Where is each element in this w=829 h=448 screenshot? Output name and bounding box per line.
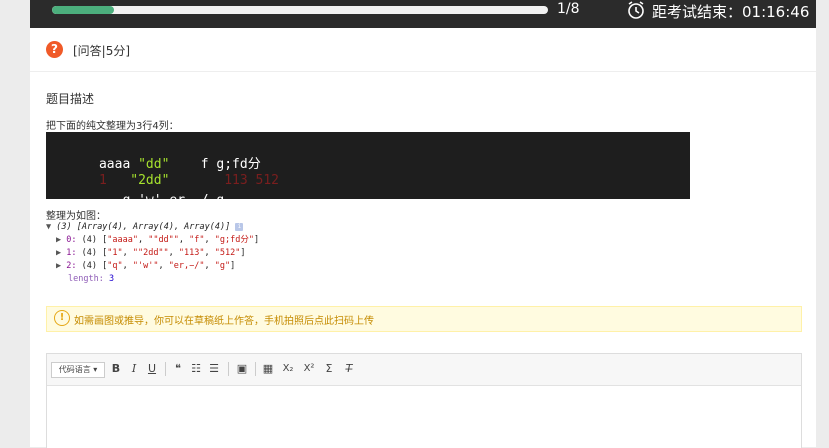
upload-tip-banner: ! 如需画图或推导，你可以在草稿纸上作答，手机拍照后点此扫码上传 <box>46 306 802 332</box>
progress-fill <box>52 6 114 14</box>
answer-input-area[interactable] <box>47 386 801 448</box>
superscript-button[interactable]: X² <box>300 361 318 377</box>
progress-text: 1/8 <box>557 1 580 17</box>
countdown-timer: 距考试结束：01:16:46 <box>652 3 810 21</box>
result-label: 整理为如图： <box>46 211 106 222</box>
console-summary-row: ▼ (3) [Array(4), Array(4), Array(4)] i <box>46 221 259 234</box>
row-value: "g;fd分" <box>214 235 254 245</box>
console-array-row[interactable]: ▶ 2: (4) ["q", "'w'", "er,−/", "g"] <box>46 260 259 273</box>
row-value: ""2dd"" <box>132 248 169 258</box>
toolbar-divider <box>165 362 166 376</box>
editor-toolbar: 代码语言 ▾ B I U ❝ ☷ ☰ ▣ ▦ X₂ X² Σ T̶ <box>47 354 801 386</box>
row-length: (4) <box>81 248 97 258</box>
exam-top-bar: 1/8 距考试结束：01:16:46 <box>30 0 816 28</box>
formula-button[interactable]: Σ <box>321 361 337 377</box>
italic-button[interactable]: I <box>126 361 142 377</box>
expand-triangle-icon[interactable]: ▼ <box>46 222 56 232</box>
quote-button[interactable]: ❝ <box>170 361 186 377</box>
toolbar-divider <box>228 362 229 376</box>
clear-format-button[interactable]: T̶ <box>341 361 357 377</box>
subscript-button[interactable]: X₂ <box>279 361 297 377</box>
row-index: 1: <box>66 248 77 258</box>
toolbar-divider <box>255 362 256 376</box>
insert-table-button[interactable]: ▦ <box>260 361 276 377</box>
insert-image-button[interactable]: ▣ <box>234 361 250 377</box>
tip-text: 如需画图或推导，你可以在草稿纸上作答，手机拍照后点此扫码上传 <box>74 312 374 327</box>
row-value: ""dd"" <box>148 235 179 245</box>
ordered-list-button[interactable]: ☷ <box>188 361 204 377</box>
question-header: ? [问答|5分] <box>30 28 816 72</box>
length-value: 3 <box>108 274 115 284</box>
code-token: q 'w' er,−/ g <box>98 193 225 208</box>
code-block: aaaa "dd" f g;fd分 1 "2dd" 113 512 q 'w' … <box>46 132 690 208</box>
question-card: ? [问答|5分] 题目描述 把下面的纯文整理为3行4列： aaaa "dd" … <box>30 28 816 448</box>
console-summary: (3) [Array(4), Array(4), Array(4)] <box>56 222 231 232</box>
underline-button[interactable]: U <box>144 361 160 377</box>
row-value: "113" <box>178 248 205 258</box>
row-length: (4) <box>81 235 97 245</box>
collapse-triangle-icon: ▶ <box>56 248 67 258</box>
collapse-triangle-icon: ▶ <box>56 261 67 271</box>
console-array-row[interactable]: ▶ 1: (4) ["1", ""2dd"", "113", "512"] <box>46 247 259 260</box>
unordered-list-button[interactable]: ☰ <box>206 361 222 377</box>
answer-editor: 代码语言 ▾ B I U ❝ ☷ ☰ ▣ ▦ X₂ X² Σ T̶ <box>46 353 802 448</box>
row-value: "er,−/" <box>168 261 205 271</box>
section-title: 题目描述 <box>46 92 95 106</box>
row-index: 0: <box>66 235 77 245</box>
warning-icon: ! <box>54 310 70 326</box>
row-value: "q" <box>107 261 123 271</box>
question-type-label: [问答|5分] <box>73 44 131 58</box>
alarm-clock-icon <box>628 1 644 19</box>
row-value: "512" <box>214 248 241 258</box>
question-mark-icon: ? <box>46 41 63 58</box>
bold-button[interactable]: B <box>108 361 124 377</box>
progress-bar <box>52 6 548 14</box>
console-output: ▼ (3) [Array(4), Array(4), Array(4)] i ▶… <box>46 221 259 286</box>
console-array-row[interactable]: ▶ 0: (4) ["aaaa", ""dd"", "f", "g;fd分"] <box>46 234 259 247</box>
code-language-label: 代码语言 <box>58 365 91 374</box>
row-length: (4) <box>81 261 97 271</box>
scan-upload-link[interactable]: 点此扫码上传 <box>314 316 374 327</box>
length-key: length: <box>68 274 104 284</box>
console-length-row: length: 3 <box>46 273 259 286</box>
info-icon: i <box>235 222 244 231</box>
collapse-triangle-icon: ▶ <box>56 235 67 245</box>
instruction-text: 把下面的纯文整理为3行4列： <box>46 121 179 132</box>
row-value: "1" <box>107 248 123 258</box>
row-index: 2: <box>66 261 77 271</box>
row-value: "'w'" <box>132 261 159 271</box>
code-language-select[interactable]: 代码语言 ▾ <box>51 362 105 378</box>
tip-message: 如需画图或推导，你可以在草稿纸上作答，手机拍照后 <box>74 316 314 327</box>
row-value: "f" <box>189 235 205 245</box>
row-value: "aaaa" <box>107 235 138 245</box>
row-value: "g" <box>214 261 231 271</box>
